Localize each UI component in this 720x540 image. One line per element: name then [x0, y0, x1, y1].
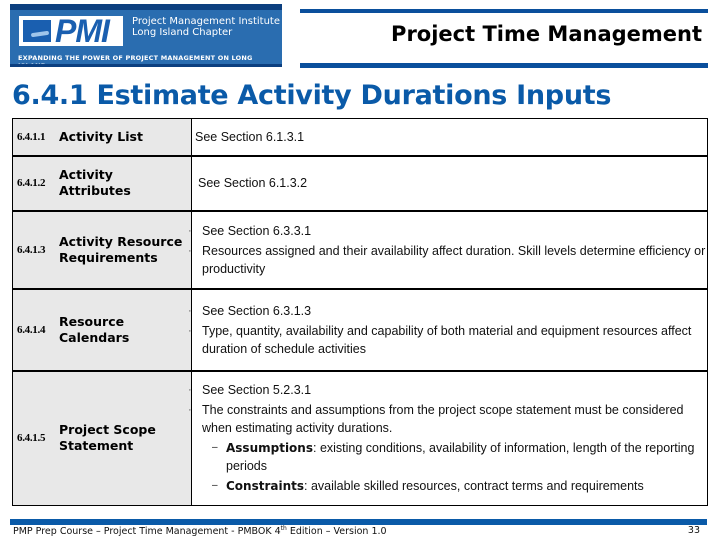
input-description-cell: See Section 6.3.3.1 Resources assigned a…	[188, 209, 708, 289]
island-shape	[30, 30, 50, 38]
pmi-logo: PMI Project Management Institute Long Is…	[10, 4, 282, 70]
logo-org-name: Project Management Institute Long Island…	[132, 16, 280, 38]
table-row: 6.4.1.5 Project Scope Statement See Sect…	[12, 369, 708, 506]
logo-mark-box: PMI	[19, 13, 123, 49]
footer-text-tail: Edition – Version 1.0	[286, 526, 387, 538]
input-name: Resource Calendars	[59, 313, 130, 345]
header-bottom-rule	[300, 63, 708, 68]
long-island-icon	[23, 20, 51, 42]
input-description-cell: See Section 6.1.3.1	[191, 118, 708, 156]
sub-bullets: Assumptions: existing conditions, availa…	[202, 439, 707, 495]
logo-top-bar	[10, 4, 282, 10]
bullet-item: The constraints and assumptions from the…	[188, 401, 707, 495]
table-row: 6.4.1.4 Resource Calendars See Section 6…	[12, 287, 708, 371]
bullet-item: Resources assigned and their availabilit…	[188, 242, 707, 278]
logo-mark-text: PMI	[55, 13, 110, 49]
inputs-table: 6.4.1.1 Activity List See Section 6.1.3.…	[12, 118, 708, 506]
footer-text: PMP Prep Course – Project Time Managemen…	[13, 525, 387, 537]
input-label-cell: 6.4.1.5 Project Scope Statement	[12, 369, 192, 506]
logo-bottom-bar	[10, 64, 282, 67]
sub-bullet-term: Assumptions	[226, 441, 313, 456]
input-label-cell: 6.4.1.3 Activity Resource Requirements	[12, 209, 192, 289]
bullet-item: See Section 6.3.1.3	[188, 302, 707, 320]
description-bullets: See Section 6.3.3.1 Resources assigned a…	[188, 222, 707, 278]
sub-bullet-term: Constraints	[226, 479, 305, 494]
sub-bullet-item: Constraints: available skilled resources…	[202, 477, 707, 495]
input-name: Activity List	[59, 128, 143, 144]
footer-text-main: PMP Prep Course – Project Time Managemen…	[13, 526, 281, 538]
input-description-cell: See Section 6.1.3.2	[191, 154, 708, 211]
header-top-rule	[300, 9, 708, 13]
input-label-cell: 6.4.1.2 Activity Attributes	[12, 154, 192, 211]
bullet-item: See Section 6.3.3.1	[188, 222, 707, 240]
input-number: 6.4.1.1	[17, 130, 46, 143]
input-description-cell: See Section 6.3.1.3 Type, quantity, avai…	[188, 287, 708, 371]
input-number: 6.4.1.3	[17, 243, 46, 256]
logo-tagline: Expanding the Power of Project Managemen…	[18, 54, 253, 70]
bullet-item: See Section 5.2.3.1	[188, 381, 707, 399]
slide-title: 6.4.1 Estimate Activity Durations Inputs	[12, 80, 612, 111]
bullet-text: The constraints and assumptions from the…	[202, 403, 684, 436]
page-number: 33	[687, 525, 700, 536]
bullet-item: Type, quantity, availability and capabil…	[188, 322, 707, 358]
sub-bullet-item: Assumptions: existing conditions, availa…	[202, 439, 707, 475]
table-row: 6.4.1.3 Activity Resource Requirements S…	[12, 209, 708, 289]
sub-bullet-text: : available skilled resources, contract …	[304, 479, 644, 494]
input-label-cell: 6.4.1.1 Activity List	[12, 118, 192, 156]
input-description: See Section 6.1.3.1	[195, 129, 305, 144]
description-bullets: See Section 5.2.3.1 The constraints and …	[188, 381, 707, 495]
input-number: 6.4.1.4	[17, 323, 46, 336]
table-row: 6.4.1.1 Activity List See Section 6.1.3.…	[12, 118, 708, 156]
input-name: Activity Resource Requirements	[59, 233, 183, 265]
table-row: 6.4.1.2 Activity Attributes See Section …	[12, 154, 708, 211]
chapter-title: Project Time Management	[391, 22, 702, 46]
logo-org-line2: Long Island Chapter	[132, 27, 233, 38]
input-description-cell: See Section 5.2.3.1 The constraints and …	[188, 369, 708, 506]
description-bullets: See Section 6.3.1.3 Type, quantity, avai…	[188, 302, 707, 358]
input-description: See Section 6.1.3.2	[198, 176, 308, 190]
logo-org-line1: Project Management Institute	[132, 16, 280, 27]
input-name: Project Scope Statement	[59, 422, 156, 454]
input-label-cell: 6.4.1.4 Resource Calendars	[12, 287, 192, 371]
input-name: Activity Attributes	[59, 167, 131, 198]
input-number: 6.4.1.2	[17, 177, 46, 189]
input-number: 6.4.1.5	[17, 432, 46, 445]
